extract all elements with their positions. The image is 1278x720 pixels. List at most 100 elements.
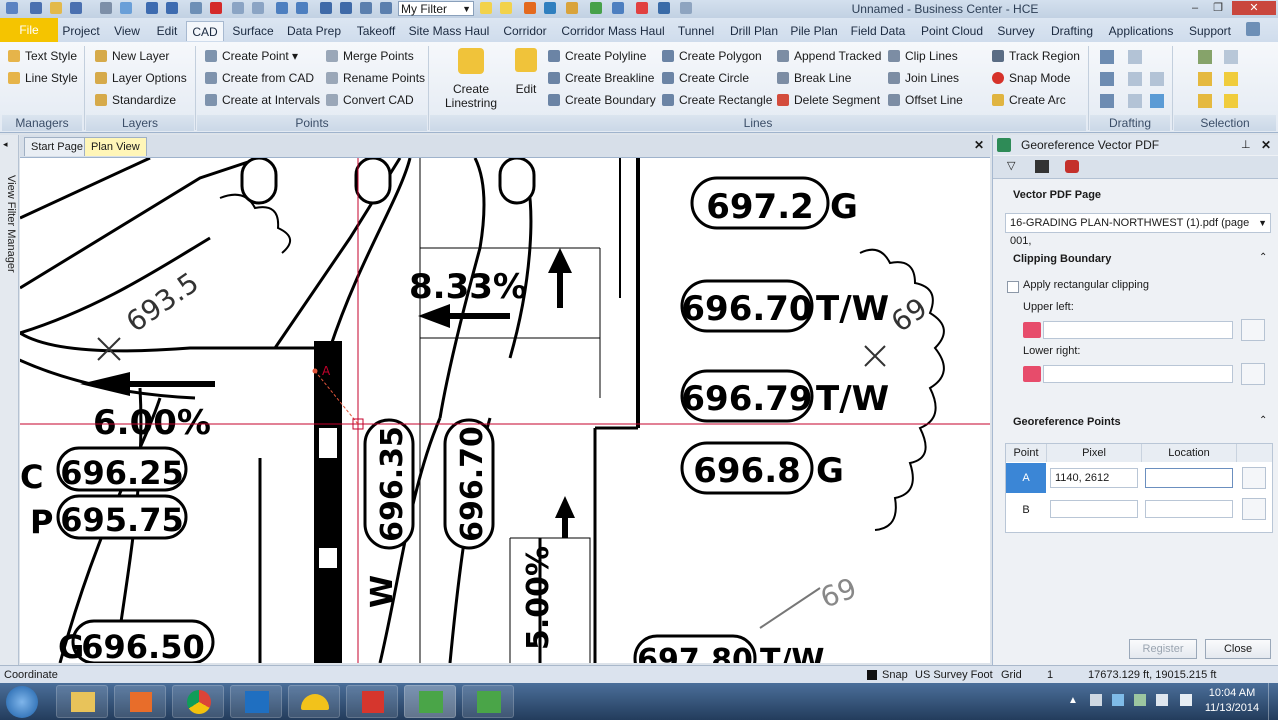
merge-points-button[interactable]: Merge Points xyxy=(326,47,414,65)
drafting-text-icon[interactable] xyxy=(1100,50,1114,64)
upper-left-input[interactable] xyxy=(1043,321,1233,339)
tray-flag-icon[interactable] xyxy=(1090,694,1102,706)
folder-icon[interactable] xyxy=(566,2,578,14)
tray-volume-icon[interactable] xyxy=(1180,694,1192,706)
app-icon[interactable] xyxy=(6,2,18,14)
open-icon[interactable] xyxy=(50,2,62,14)
rename-points-button[interactable]: Rename Points xyxy=(326,69,425,87)
filter-edit-icon[interactable] xyxy=(500,2,512,14)
drafting-table-icon[interactable] xyxy=(1128,72,1142,86)
row-b-point[interactable]: B xyxy=(1006,495,1046,525)
create-polyline-button[interactable]: Create Polyline xyxy=(548,47,646,65)
convert-cad-button[interactable]: Convert CAD xyxy=(326,91,414,109)
maximize-button[interactable]: ❐ xyxy=(1207,1,1229,15)
show-desktop-button[interactable] xyxy=(1268,683,1278,720)
tab-pile-plan[interactable]: Pile Plan xyxy=(786,21,842,41)
pin-icon[interactable]: ⊥ xyxy=(1241,135,1251,155)
layer-icon[interactable] xyxy=(360,2,372,14)
tray-app-icon[interactable] xyxy=(1134,694,1146,706)
break-line-button[interactable]: Break Line xyxy=(777,69,851,87)
create-polygon-button[interactable]: Create Polygon xyxy=(662,47,762,65)
minimize-button[interactable]: – xyxy=(1184,1,1206,15)
standardize-button[interactable]: Standardize xyxy=(95,91,176,109)
hand-icon[interactable] xyxy=(252,2,264,14)
create-rectangle-button[interactable]: Create Rectangle xyxy=(662,91,772,109)
tab-corridor-mass-haul[interactable]: Corridor Mass Haul xyxy=(558,21,668,41)
zoom-icon[interactable] xyxy=(276,2,288,14)
settings-icon[interactable] xyxy=(658,2,670,14)
taskbar-hardhat[interactable] xyxy=(288,685,340,718)
row-b-location-input[interactable] xyxy=(1145,500,1233,518)
view-3d-icon[interactable] xyxy=(320,2,332,14)
select-clear-icon[interactable] xyxy=(1224,94,1238,108)
create-linestring-button[interactable]: Create Linestring xyxy=(436,48,506,112)
snap-mode-button[interactable]: Snap Mode xyxy=(992,69,1070,87)
delete-segment-button[interactable]: Delete Segment xyxy=(777,91,880,109)
create-at-intervals-button[interactable]: Create at Intervals xyxy=(205,91,320,109)
pdf-page-select[interactable]: 16-GRADING PLAN-NORTHWEST (1).pdf (page … xyxy=(1005,213,1271,247)
redo-icon[interactable] xyxy=(166,2,178,14)
tab-corridor[interactable]: Corridor xyxy=(494,21,556,41)
collapse-icon[interactable]: ▽ xyxy=(1007,159,1015,172)
close-button[interactable]: Close xyxy=(1205,639,1271,659)
taskbar-media[interactable] xyxy=(114,685,166,718)
select-options-icon[interactable] xyxy=(1224,50,1238,64)
create-from-cad-button[interactable]: Create from CAD xyxy=(205,69,314,87)
select-invert-icon[interactable] xyxy=(1198,94,1212,108)
save-icon[interactable] xyxy=(70,2,82,14)
tab-tunnel[interactable]: Tunnel xyxy=(670,21,722,41)
row-a-pixel-input[interactable]: 1140, 2612 xyxy=(1050,468,1138,488)
row-a-pick-button[interactable] xyxy=(1242,467,1266,489)
create-arc-button[interactable]: Create Arc xyxy=(992,91,1066,109)
upper-left-pick-button[interactable] xyxy=(1241,319,1265,341)
undo-icon[interactable] xyxy=(146,2,158,14)
taskbar-explorer[interactable] xyxy=(56,685,108,718)
tray-expand-icon[interactable]: ▲ xyxy=(1068,695,1078,706)
help-icon[interactable] xyxy=(1246,22,1260,36)
snap-label[interactable]: Snap xyxy=(882,666,908,684)
tab-support[interactable]: Support xyxy=(1182,21,1238,41)
drafting-image-icon[interactable] xyxy=(1150,94,1164,108)
join-lines-button[interactable]: Join Lines xyxy=(888,69,959,87)
filter-icon[interactable] xyxy=(480,2,492,14)
tab-applications[interactable]: Applications xyxy=(1104,21,1178,41)
tab-site-mass-haul[interactable]: Site Mass Haul xyxy=(406,21,492,41)
tab-field-data[interactable]: Field Data xyxy=(844,21,912,41)
pencil-icon[interactable] xyxy=(380,2,392,14)
stop-icon[interactable] xyxy=(636,2,648,14)
pin-icon[interactable]: ◂ xyxy=(3,139,8,150)
drafting-sheet-icon[interactable] xyxy=(1128,94,1142,108)
start-button-icon[interactable] xyxy=(6,686,38,718)
tab-data-prep[interactable]: Data Prep xyxy=(282,21,346,41)
lower-right-input[interactable] xyxy=(1043,365,1233,383)
tray-monitor-icon[interactable] xyxy=(1156,694,1168,706)
tab-view[interactable]: View xyxy=(106,21,148,41)
clip-lines-button[interactable]: Clip Lines xyxy=(888,47,958,65)
view-filter-manager-tab[interactable]: View Filter Manager xyxy=(1,175,17,295)
grid-label[interactable]: Grid xyxy=(1001,666,1022,684)
row-b-pixel-input[interactable] xyxy=(1050,500,1138,518)
taskbar-outlook[interactable] xyxy=(230,685,282,718)
tab-start-page[interactable]: Start Page xyxy=(24,137,90,156)
clock[interactable]: 10:04 AM 11/13/2014 xyxy=(1200,686,1264,716)
tab-cad[interactable]: CAD xyxy=(186,21,224,41)
drafting-block-icon[interactable] xyxy=(1150,72,1164,86)
row-a-point[interactable]: A xyxy=(1006,463,1046,493)
collapse-section-icon[interactable]: ⌃ xyxy=(1259,252,1267,263)
color-icon[interactable] xyxy=(544,2,556,14)
filter-select[interactable]: My Filter ▼ xyxy=(398,1,474,16)
grid-icon[interactable] xyxy=(340,2,352,14)
drafting-note-icon[interactable] xyxy=(1128,50,1142,64)
line-style-button[interactable]: Line Style xyxy=(8,69,78,87)
row-a-location-input[interactable] xyxy=(1145,468,1233,488)
append-tracked-button[interactable]: Append Tracked xyxy=(777,47,881,65)
drafting-dimension-icon[interactable] xyxy=(1100,72,1114,86)
delete-icon[interactable] xyxy=(210,2,222,14)
zoom-extents-icon[interactable] xyxy=(296,2,308,14)
refresh-icon[interactable] xyxy=(612,2,624,14)
toolbar-image-icon[interactable] xyxy=(1035,160,1049,173)
tab-project[interactable]: Project xyxy=(58,21,104,41)
collapse-section-icon[interactable]: ⌃ xyxy=(1259,415,1267,426)
customize-icon[interactable] xyxy=(680,2,692,14)
tab-point-cloud[interactable]: Point Cloud xyxy=(914,21,990,41)
